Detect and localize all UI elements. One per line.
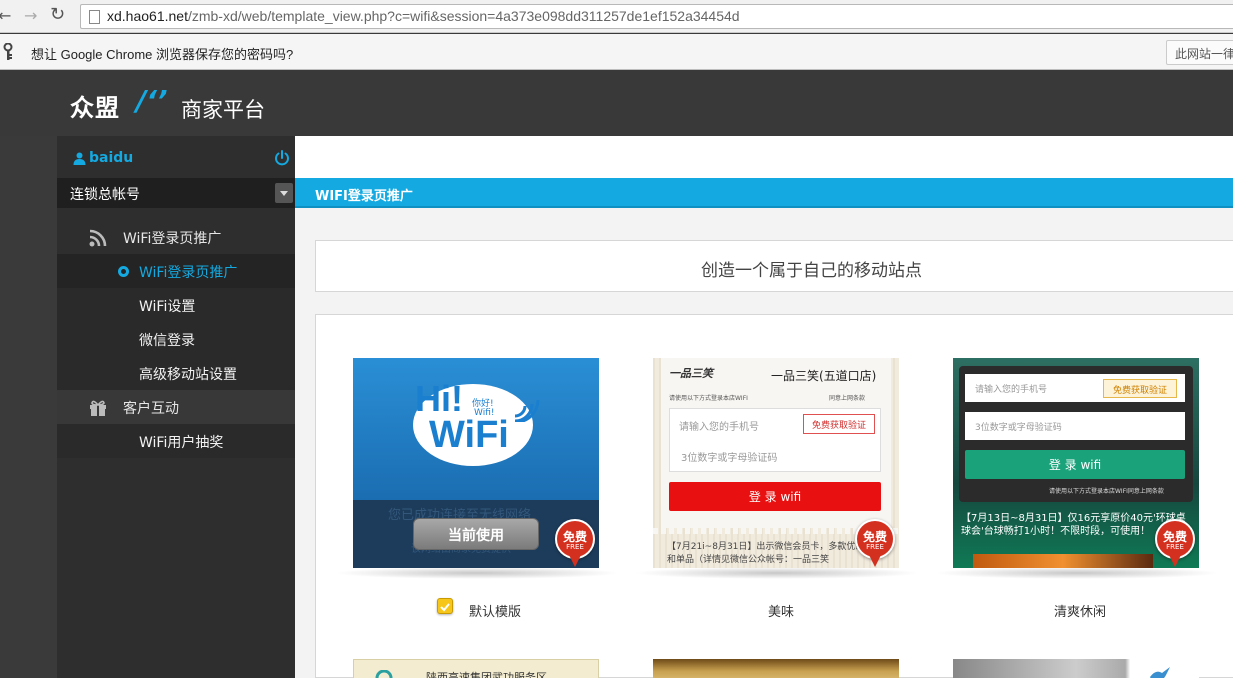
sidebar-item-label: 微信登录 bbox=[139, 333, 195, 349]
sidebar-item-wifi-lottery[interactable]: WiFi用户抽奖 bbox=[57, 424, 295, 458]
password-infobar: 想让 Google Chrome 浏览器保存您的密码吗? 此网站一律 bbox=[0, 34, 1233, 70]
gift-icon bbox=[90, 400, 106, 416]
rss-icon bbox=[89, 229, 107, 247]
active-dot-icon bbox=[118, 266, 129, 277]
never-for-site-button[interactable]: 此网站一律 bbox=[1166, 40, 1233, 65]
slogan-panel: 创造一个属于自己的移动站点 bbox=[315, 240, 1233, 292]
logo-mark: /‘’ bbox=[136, 84, 168, 117]
free-badge: 免费 FREE bbox=[555, 519, 595, 573]
get-code-button: 免费获取验证 bbox=[1103, 379, 1177, 398]
free-badge: 免费 FREE bbox=[1155, 519, 1195, 573]
template-card-row2-3[interactable] bbox=[953, 659, 1199, 678]
back-icon[interactable]: ← bbox=[0, 5, 11, 27]
chevron-down-icon[interactable] bbox=[275, 183, 293, 203]
template-name: 默认模版 bbox=[469, 605, 522, 620]
sidebar-item-wifi-settings[interactable]: WiFi设置 bbox=[57, 288, 295, 322]
brand-logo: 一品三笑 bbox=[669, 367, 713, 380]
page-icon bbox=[89, 10, 100, 24]
user-row: baidu bbox=[57, 136, 295, 178]
wifi-signal-icon bbox=[514, 399, 540, 422]
sidebar-item-label: WiFi用户抽奖 bbox=[139, 435, 224, 451]
login-button: 登 录 wifi bbox=[669, 482, 881, 511]
login-hint: 请使用以下方式登录本店WIFI同意上网条款 bbox=[1049, 488, 1164, 495]
wifi-text: WiFi bbox=[429, 414, 509, 456]
app-header: 众盟 /‘’ 商家平台 bbox=[0, 70, 1233, 136]
selected-checkbox[interactable] bbox=[437, 598, 453, 614]
main-content: WIFI登录页推广 创造一个属于自己的移动站点 Hi! 你好! Wifi! Wi… bbox=[295, 136, 1233, 678]
card-title: 陕西高速集团武功服务区 bbox=[426, 671, 547, 678]
platform-title: 商家平台 bbox=[181, 98, 265, 122]
current-use-label: 当前使用 bbox=[448, 528, 504, 544]
agree-terms: 同意上网条款 bbox=[829, 395, 866, 402]
promo-text: 【7月21i~8月31日】出示微信会员卡，多款优惠套餐和单品（详情见微信公众帐号… bbox=[667, 542, 883, 565]
get-code-button: 免费获取验证 bbox=[803, 414, 875, 434]
shop-name: 一品三笑(五道口店) bbox=[771, 369, 877, 383]
section-title: WIFI登录页推广 bbox=[315, 189, 413, 204]
power-icon[interactable] bbox=[274, 150, 290, 166]
menu-section-wifi[interactable]: WiFi登录页推广 bbox=[57, 220, 295, 254]
account-selector[interactable]: 连锁总帐号 bbox=[57, 178, 295, 208]
template-name: 清爽休闲 bbox=[1054, 605, 1107, 620]
username: baidu bbox=[89, 150, 134, 166]
menu-section-label: WiFi登录页推广 bbox=[123, 231, 222, 247]
phone-input: 请输入您的手机号 bbox=[679, 422, 759, 433]
template-gallery: Hi! 你好! Wifi! WiFi 您已成功连接至无线网络 该网络由商家免费提… bbox=[315, 314, 1233, 678]
check-icon bbox=[440, 603, 450, 612]
sidebar-item-wechat-login[interactable]: 微信登录 bbox=[57, 322, 295, 356]
account-type: 连锁总帐号 bbox=[70, 187, 140, 203]
menu-section-label: 客户互动 bbox=[123, 401, 179, 417]
user-icon bbox=[73, 152, 86, 165]
template-card-row2-1[interactable]: 陕西高速集团武功服务区 bbox=[353, 659, 599, 678]
free-badge: 免费 FREE bbox=[855, 519, 895, 573]
password-prompt: 想让 Google Chrome 浏览器保存您的密码吗? bbox=[31, 47, 294, 62]
forward-icon[interactable]: → bbox=[24, 5, 37, 27]
promo-image bbox=[973, 554, 1153, 568]
browser-toolbar: ← → ↻ xd.hao61.net/zmb-xd/web/template_v… bbox=[0, 0, 1233, 33]
sidebar: baidu 连锁总帐号 WiFi登录页推广 WiFi登录页推广 WiFi设置 微… bbox=[57, 136, 295, 678]
sidebar-item-label: WiFi设置 bbox=[139, 299, 196, 315]
sidebar-item-wifi-promo[interactable]: WiFi登录页推广 bbox=[57, 254, 295, 288]
address-bar[interactable]: xd.hao61.net/zmb-xd/web/template_view.ph… bbox=[80, 4, 1233, 29]
url-text: xd.hao61.net/zmb-xd/web/template_view.ph… bbox=[107, 8, 740, 24]
code-input: 3位数字或字母验证码 bbox=[681, 453, 778, 464]
current-use-button[interactable]: 当前使用 bbox=[413, 518, 539, 550]
template-card-row2-2[interactable] bbox=[653, 659, 899, 678]
section-header: WIFI登录页推广 bbox=[295, 178, 1233, 208]
phone-input: 请输入您的手机号 bbox=[975, 385, 1048, 395]
logo: 众盟 bbox=[70, 94, 120, 122]
sidebar-item-mobile-site[interactable]: 高级移动站设置 bbox=[57, 356, 295, 390]
slogan-text: 创造一个属于自己的移动站点 bbox=[701, 261, 922, 281]
sidebar-item-label: 高级移动站设置 bbox=[139, 367, 237, 383]
login-hint: 请使用以下方式登录本店WIFI bbox=[669, 395, 748, 402]
template-name: 美味 bbox=[768, 605, 795, 620]
top-strip bbox=[295, 136, 1233, 178]
key-icon bbox=[3, 43, 13, 60]
code-input: 3位数字或字母验证码 bbox=[975, 423, 1062, 433]
menu-section-customer[interactable]: 客户互动 bbox=[57, 390, 295, 424]
logo-icon bbox=[375, 670, 393, 678]
sidebar-item-label: WiFi登录页推广 bbox=[139, 265, 238, 281]
bird-icon bbox=[1150, 667, 1170, 678]
login-button: 登 录 wifi bbox=[965, 450, 1185, 479]
reload-icon[interactable]: ↻ bbox=[50, 4, 65, 26]
